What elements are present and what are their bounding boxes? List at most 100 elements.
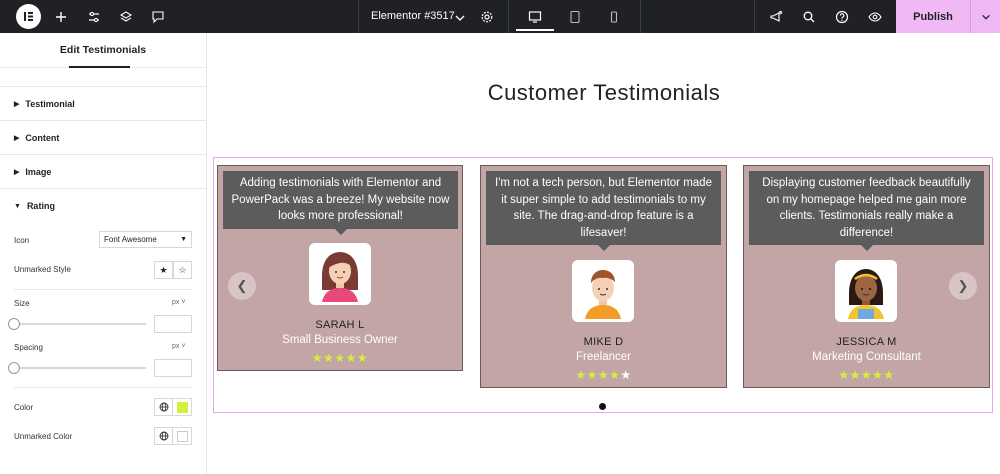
divider [358,0,359,33]
caret-right-icon: ▶ [14,168,20,176]
document-menu-chevron[interactable] [451,9,468,26]
eye-icon [867,11,882,22]
chevron-left-icon: ❮ [236,278,248,293]
man-avatar-icon [585,270,621,319]
chevron-right-icon: ❯ [957,278,969,293]
chevron-down-icon [455,15,464,21]
color-label: Color [14,403,34,412]
device-tablet-button[interactable] [556,0,594,33]
size-input[interactable] [154,315,192,333]
spacing-slider-track[interactable] [14,367,146,369]
unmarked-style-solid-button[interactable]: ★ [154,261,173,279]
structure-button[interactable] [117,8,134,25]
spacing-unit-select[interactable]: px ˅ [172,343,185,350]
help-button[interactable] [833,8,850,25]
globe-icon [159,431,168,441]
star-icon: ★ [597,368,610,382]
carousel-dot[interactable] [599,403,606,410]
global-colors-button[interactable] [155,399,174,415]
preview-button[interactable] [866,8,883,25]
plus-icon [55,11,66,22]
testimonial-name: JESSICA M [836,336,897,348]
divider [508,0,509,33]
desktop-icon [528,10,542,23]
woman-avatar-icon [848,269,884,319]
star-icon: ★ [620,368,632,382]
finder-button[interactable] [800,8,817,25]
testimonial-role: Freelancer [576,351,631,363]
device-mobile-button[interactable] [595,0,633,33]
unmarked-color-swatch-button[interactable] [173,428,191,444]
star-icon: ★ [356,351,369,365]
spacing-input[interactable] [154,359,192,377]
testimonial-name: MIKE D [583,336,624,348]
layers-icon [119,10,132,22]
page-heading[interactable]: Customer Testimonials [208,80,1000,106]
panel-title[interactable]: Edit Testimonials [0,33,206,68]
divider [640,0,641,33]
publish-button[interactable]: Publish [896,11,970,23]
star-icon: ★ [311,351,324,365]
tablet-icon [570,10,580,23]
spacing-slider-handle[interactable] [8,362,20,374]
divider [14,289,192,290]
device-desktop-button[interactable] [516,0,554,33]
star-icon: ★ [883,368,895,382]
color-swatch [176,401,188,413]
star-icon: ★ [872,368,884,382]
section-content[interactable]: ▶ Content [0,121,206,155]
carousel-prev-button[interactable]: ❮ [228,272,256,300]
caret-down-icon: ▼ [180,236,187,243]
elementor-logo-button[interactable] [16,4,41,29]
section-testimonial[interactable]: ▶ Testimonial [0,87,206,121]
mobile-icon [610,10,618,23]
section-rating[interactable]: ▼ Rating [0,189,206,223]
notes-button[interactable] [149,8,166,25]
unmarked-color-swatch [176,430,188,442]
star-icon: ★ [586,368,598,382]
color-control [154,398,192,416]
size-unit-select[interactable]: px ˅ [172,299,185,306]
page-settings-button[interactable] [478,8,495,25]
caret-down-icon: ▼ [14,202,21,210]
testimonial-card[interactable]: Adding testimonials with Elementor and P… [217,165,463,371]
testimonial-quote: Displaying customer feedback beautifully… [749,171,984,251]
publish-group: Publish [896,0,1000,33]
star-outline-icon: ☆ [178,264,187,275]
whats-new-button[interactable] [767,8,784,25]
unmarked-color-label: Unmarked Color [14,432,73,441]
site-settings-button[interactable] [85,8,102,25]
testimonial-quote: I'm not a tech person, but Elementor mad… [486,171,721,251]
add-element-button[interactable] [52,8,69,25]
woman-avatar-icon [322,252,358,302]
size-label: Size [14,299,30,308]
publish-options-button[interactable] [971,11,1000,23]
star-rating: ★★★★★ [744,369,989,381]
testimonial-role: Marketing Consultant [812,351,921,363]
testimonial-name: SARAH L [315,319,365,331]
top-bar: Elementor #3517 Publish [0,0,1000,33]
icon-select[interactable]: Font Awesome ▼ [99,231,192,248]
star-rating: ★★★★★ [218,352,462,364]
panel-spacer [0,68,206,87]
star-icon: ★ [609,368,621,382]
testimonial-role: Small Business Owner [282,334,398,346]
help-icon [835,10,848,23]
color-swatch-button[interactable] [173,399,191,415]
star-rating: ★★★★★ [481,369,726,381]
star-solid-icon: ★ [159,264,168,275]
preview-canvas: Customer Testimonials Adding testimonial… [208,33,1000,474]
carousel-next-button[interactable]: ❯ [949,272,977,300]
global-colors-button[interactable] [155,428,174,444]
star-icon: ★ [323,351,335,365]
size-slider-handle[interactable] [8,318,20,330]
testimonial-card[interactable]: I'm not a tech person, but Elementor mad… [480,165,727,388]
search-icon [803,11,814,22]
elementor-logo-icon [24,12,33,21]
size-slider-track[interactable] [14,323,146,325]
document-title[interactable]: Elementor #3517 [371,10,455,22]
unmarked-style-outline-button[interactable]: ☆ [173,261,192,279]
avatar [835,260,897,322]
section-image[interactable]: ▶ Image [0,155,206,189]
divider [754,0,755,33]
